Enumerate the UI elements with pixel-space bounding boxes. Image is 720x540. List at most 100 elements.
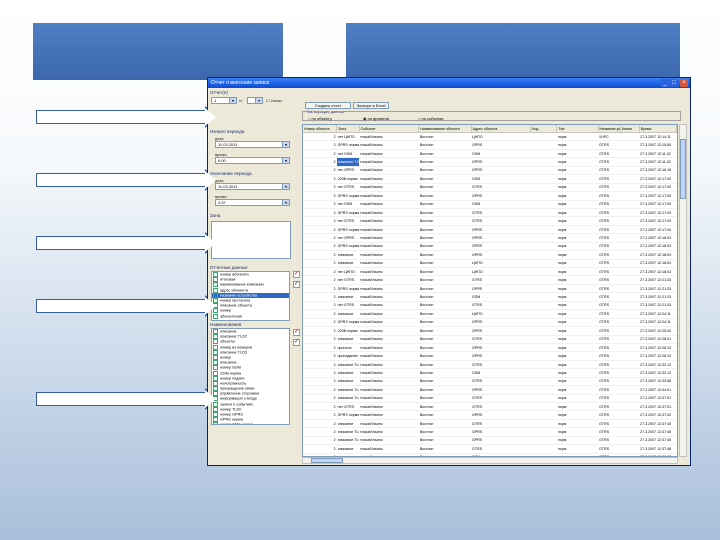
table-row[interactable]: 2 нет GTRS точка/Ильино Восточн GTRS норм GTRS… — [303, 216, 677, 226]
table-row[interactable]: 2 220В норма точка/Ильино Восточн GSM норм GTR… — [303, 174, 677, 184]
column-header[interactable]: Название уст. — [598, 125, 621, 133]
calendar-icon[interactable]: ▾ — [282, 184, 289, 189]
maximize-button[interactable]: □ — [670, 79, 678, 87]
table-row[interactable]: 2 описание TLD точка/Ильино Восточн GPRS норм… — [303, 436, 677, 446]
excel-export-button[interactable]: Экспорт в Excel — [353, 102, 389, 109]
table-row[interactable]: 2 описание TLD точка/Ильино Восточн GPRS норм… — [303, 427, 677, 437]
deselect-params-checkbox[interactable]: ✓ — [293, 339, 300, 346]
table-row[interactable]: 2 описание точка/Ильино Восточн GPRS норм GTRS… — [303, 250, 677, 260]
param-item-label: номер подачи — [220, 376, 245, 381]
table-row[interactable]: 2 нет GTRS точка/Ильино Восточн GTRS норм GTRS… — [303, 183, 677, 193]
spin-icon[interactable]: ▾ — [282, 158, 289, 163]
table-row[interactable]: 2 GPRS норма точка/Ильино Восточн GPRS норм GT… — [303, 242, 677, 252]
column-header[interactable]: Код — [530, 125, 558, 133]
table-row[interactable]: 2 нет GSM точка/Ильино Восточн GSM норм GTRS 27… — [303, 200, 677, 209]
start-date-field[interactable]: 11.03.2011 ▾ — [215, 141, 290, 148]
table-cell: GTRS — [598, 419, 621, 429]
start-time-field[interactable]: 0:00 ▾ — [215, 157, 290, 164]
table-row[interactable]: 2 описание точка/Ильино Восточн GTRS норм GTRS… — [303, 419, 677, 429]
table-cell: Восточн — [418, 301, 472, 311]
table-row[interactable]: 2 нет GTRS точка/Ильино Восточн GTRS норм GTRS… — [303, 402, 677, 412]
table-cell: описание — [336, 444, 360, 454]
create-report-button[interactable]: Создать отчет — [305, 102, 351, 109]
table-row[interactable]: 2 пропало точка/Ильино Восточн GPRS норм GTRS 2… — [303, 343, 677, 353]
period-checkbox-label: Указы — [270, 98, 282, 103]
table-row[interactable]: 2 описание точка/Ильино Восточн GTRS норм GTRS… — [303, 377, 677, 387]
column-header[interactable]: Адрес объекта — [471, 125, 532, 133]
close-button[interactable]: × — [680, 79, 688, 87]
table-cell: точка/Ильино — [359, 343, 419, 353]
table-cell: норм — [556, 242, 599, 252]
table-row[interactable]: 2 нет GPRS точка/Ильино Восточн GPRS норм GTRS… — [303, 233, 677, 243]
table-cell — [620, 326, 640, 336]
column-header[interactable]: Тип — [556, 125, 599, 133]
checkbox-icon[interactable] — [213, 422, 218, 424]
column-header[interactable]: Наименование объекта — [418, 125, 472, 133]
table-row[interactable]: 2 нет GPRS точка/Ильино Восточн GPRS норм GTRS… — [303, 166, 677, 176]
deselect-groups-checkbox[interactable]: ✓ — [293, 281, 300, 288]
table-row[interactable]: 2 GPRS норма точка/Ильино Восточн GPRS норм GT… — [303, 318, 677, 328]
filter-radio-time[interactable]: ◉ по времени — [363, 116, 389, 121]
minimize-button[interactable]: _ — [661, 79, 669, 87]
table-row[interactable]: 2 описание точка/Ильино Восточн ЦНПО норм GTRS… — [303, 259, 677, 269]
table-row[interactable]: 2 описание TLD точка/Ильино Восточн GTRS норм… — [303, 360, 677, 370]
table-row[interactable]: 2 описание точка/Ильино Восточн GTRS норм GTRS… — [303, 444, 677, 454]
horizontal-scrollbar[interactable] — [302, 457, 678, 464]
table-cell: Восточн — [418, 233, 472, 243]
table-row[interactable]: 2пропадание связиточка/ИльиноВосточнGPRS… — [303, 351, 677, 361]
table-row[interactable]: 2 описание точка/Ильино Восточн GTRS норм GTRS… — [303, 335, 677, 344]
spin-icon[interactable]: ▾ — [282, 200, 289, 205]
groups-listbox[interactable]: номер абонента итоговая наименование компа… — [211, 271, 290, 321]
column-header[interactable]: Номер объекта — [303, 125, 338, 133]
table-row[interactable]: 2 GPRS норма точка/Ильино Восточн GPRS норм GT… — [303, 140, 677, 150]
table-row[interactable]: 2 описание TLD точка/Ильино Восточн GTRS норм… — [303, 394, 677, 404]
period-unit-select[interactable]: ▾ — [247, 97, 263, 104]
column-header[interactable]: Время — [639, 125, 677, 133]
select-all-params-checkbox[interactable]: ✓ — [293, 329, 300, 336]
table-row[interactable]: 2 нет GSM точка/Ильино Восточн GSM норм GTRS 27… — [303, 149, 677, 159]
filter-radio-event[interactable]: ○ по событию — [418, 116, 444, 121]
table-cell: норм — [556, 174, 599, 184]
scroll-thumb[interactable] — [680, 139, 686, 199]
scroll-thumb[interactable] — [311, 458, 343, 463]
table-row[interactable]: 2 GPRS норма точка/Ильино Восточн GPRS норм GT… — [303, 284, 677, 294]
table-row[interactable]: 2 GPRS норма точка/Ильино Восточн GPRS норм GT… — [303, 410, 677, 420]
table-row[interactable]: 2описаниеточка/ИльиноВосточнGSM нормGTRS 2… — [303, 292, 677, 302]
table-row[interactable]: 2 нет GTRS точка/Ильино Восточн GTRS норм GTRS… — [303, 275, 677, 285]
chevron-down-icon[interactable]: ▾ — [255, 98, 262, 103]
table-cell: GPRS норма — [336, 242, 360, 252]
window-titlebar[interactable]: Отчет о внесении записи _ □ × — [208, 78, 690, 88]
table-row[interactable]: 2 описание TLD точка/Ильино Восточн GPRS норм… — [303, 385, 677, 395]
end-time-field[interactable]: 4:37 ▾ — [215, 199, 290, 206]
table-row[interactable]: 2 GPRS норма точка/Ильино Восточн GPRS норм GT… — [303, 191, 677, 201]
table-row[interactable]: 2 нет GTRS точка/Ильино Восточн GTRS норм GTRS… — [303, 301, 677, 311]
table-row[interactable]: 2 GPRS норма точка/Ильино Восточн GTRS норм GT… — [303, 208, 677, 218]
table-cell: 27.3.2007 12:37:48 — [639, 444, 677, 454]
table-row[interactable]: 2 описание ТЛД точка/Ильино Восточн GPRS норм… — [303, 157, 677, 167]
table-cell — [620, 208, 640, 218]
table-row[interactable]: 2 описание точка/Ильино Восточн ЦНПО норм GTRS… — [303, 309, 677, 319]
vertical-scrollbar[interactable] — [679, 124, 687, 457]
column-header[interactable]: Зона — [336, 125, 360, 133]
table-row[interactable]: 2описаниеточка/ИльиноВосточнGSM нормGTRS 2… — [303, 368, 677, 378]
end-date-field[interactable]: 11.03.2011 ▾ — [215, 183, 290, 190]
period-input[interactable]: 1 ▾ — [211, 97, 237, 104]
params-listbox[interactable]: описание описание TLD2 объекты номер из ном… — [211, 328, 290, 425]
param-item[interactable]: номер СМС норма — [212, 422, 289, 424]
column-header[interactable]: Канал — [620, 125, 640, 133]
column-header[interactable]: Событие — [359, 125, 420, 133]
period-checkbox[interactable]: ☐ Указы — [266, 98, 282, 103]
table-row[interactable]: 2 нет ЦНПО точка/Ильино Восточн ЦНПО норм ЧЧРС… — [303, 132, 677, 142]
table-row[interactable]: 2 GPRS норма точка/Ильино Восточн GPRS норм GT… — [303, 225, 677, 235]
zone-listbox[interactable] — [211, 221, 291, 259]
group-item-label: название устройства — [220, 293, 257, 298]
table-row[interactable]: 2 нет ЦНПО точка/Ильино Восточн ЦНПО норм GTRS… — [303, 267, 677, 277]
group-item[interactable]: абонентская — [212, 313, 289, 319]
spin-icon[interactable]: ▾ — [229, 98, 236, 103]
table-row[interactable]: 2 220В норма точка/Ильино Восточн GPRS норм GT… — [303, 326, 677, 336]
select-all-groups-checkbox[interactable]: ✓ — [293, 271, 300, 278]
table-cell: точка/Ильино — [359, 200, 419, 209]
calendar-icon[interactable]: ▾ — [282, 142, 289, 147]
filter-radio-object[interactable]: ○ по объекту — [308, 116, 332, 121]
table-cell: точка/Ильино — [359, 335, 419, 344]
